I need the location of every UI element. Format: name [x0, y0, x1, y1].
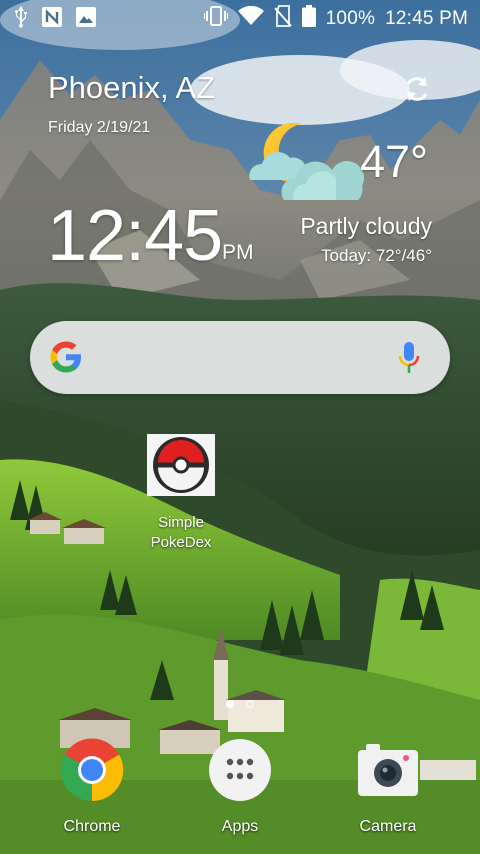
dock-label-camera: Camera — [359, 818, 417, 835]
pokeball-icon[interactable] — [147, 434, 215, 496]
chrome-icon[interactable] — [60, 738, 124, 802]
weather-condition[interactable]: Partly cloudy — [300, 213, 432, 240]
app-simple-pokedex[interactable]: Simple PokeDex — [139, 434, 223, 553]
refresh-icon[interactable] — [402, 74, 432, 104]
page-indicator — [226, 700, 254, 708]
partly-cloudy-night-icon[interactable] — [244, 120, 366, 204]
google-logo-icon[interactable] — [48, 339, 84, 375]
gallery-icon — [76, 7, 96, 32]
widget-date[interactable]: Friday 2/19/21 — [48, 119, 150, 137]
mic-icon[interactable] — [398, 341, 420, 375]
weather-city[interactable]: Phoenix, AZ — [48, 70, 215, 106]
page-dot-2 — [246, 700, 254, 708]
no-sim-icon — [273, 5, 292, 33]
vibrate-icon — [202, 6, 229, 32]
apps-grid-icon[interactable] — [208, 738, 272, 802]
usb-icon — [14, 6, 28, 33]
battery-icon — [301, 5, 316, 33]
nfc-icon — [42, 7, 62, 32]
wifi-icon — [237, 5, 264, 32]
dock-label-apps: Apps — [221, 818, 259, 835]
dock-apps[interactable]: Apps — [190, 738, 290, 836]
page-dot-1 — [226, 700, 234, 708]
weather-today-range: Today: 72°/46° — [321, 246, 432, 265]
google-search-bar[interactable] — [30, 321, 450, 394]
widget-clock[interactable]: 12:45 — [47, 196, 223, 276]
dock-camera[interactable]: Camera — [338, 738, 438, 836]
status-bar: 100% 12:45 PM — [0, 0, 480, 36]
weather-temperature[interactable]: 47° — [360, 136, 428, 188]
status-time: 12:45 PM — [385, 8, 468, 29]
app-label: Simple PokeDex — [150, 514, 212, 551]
dock-chrome[interactable]: Chrome — [42, 738, 142, 836]
camera-icon[interactable] — [356, 738, 420, 802]
battery-percent: 100% — [325, 8, 376, 29]
widget-ampm: PM — [222, 241, 254, 264]
dock-label-chrome: Chrome — [63, 818, 121, 835]
